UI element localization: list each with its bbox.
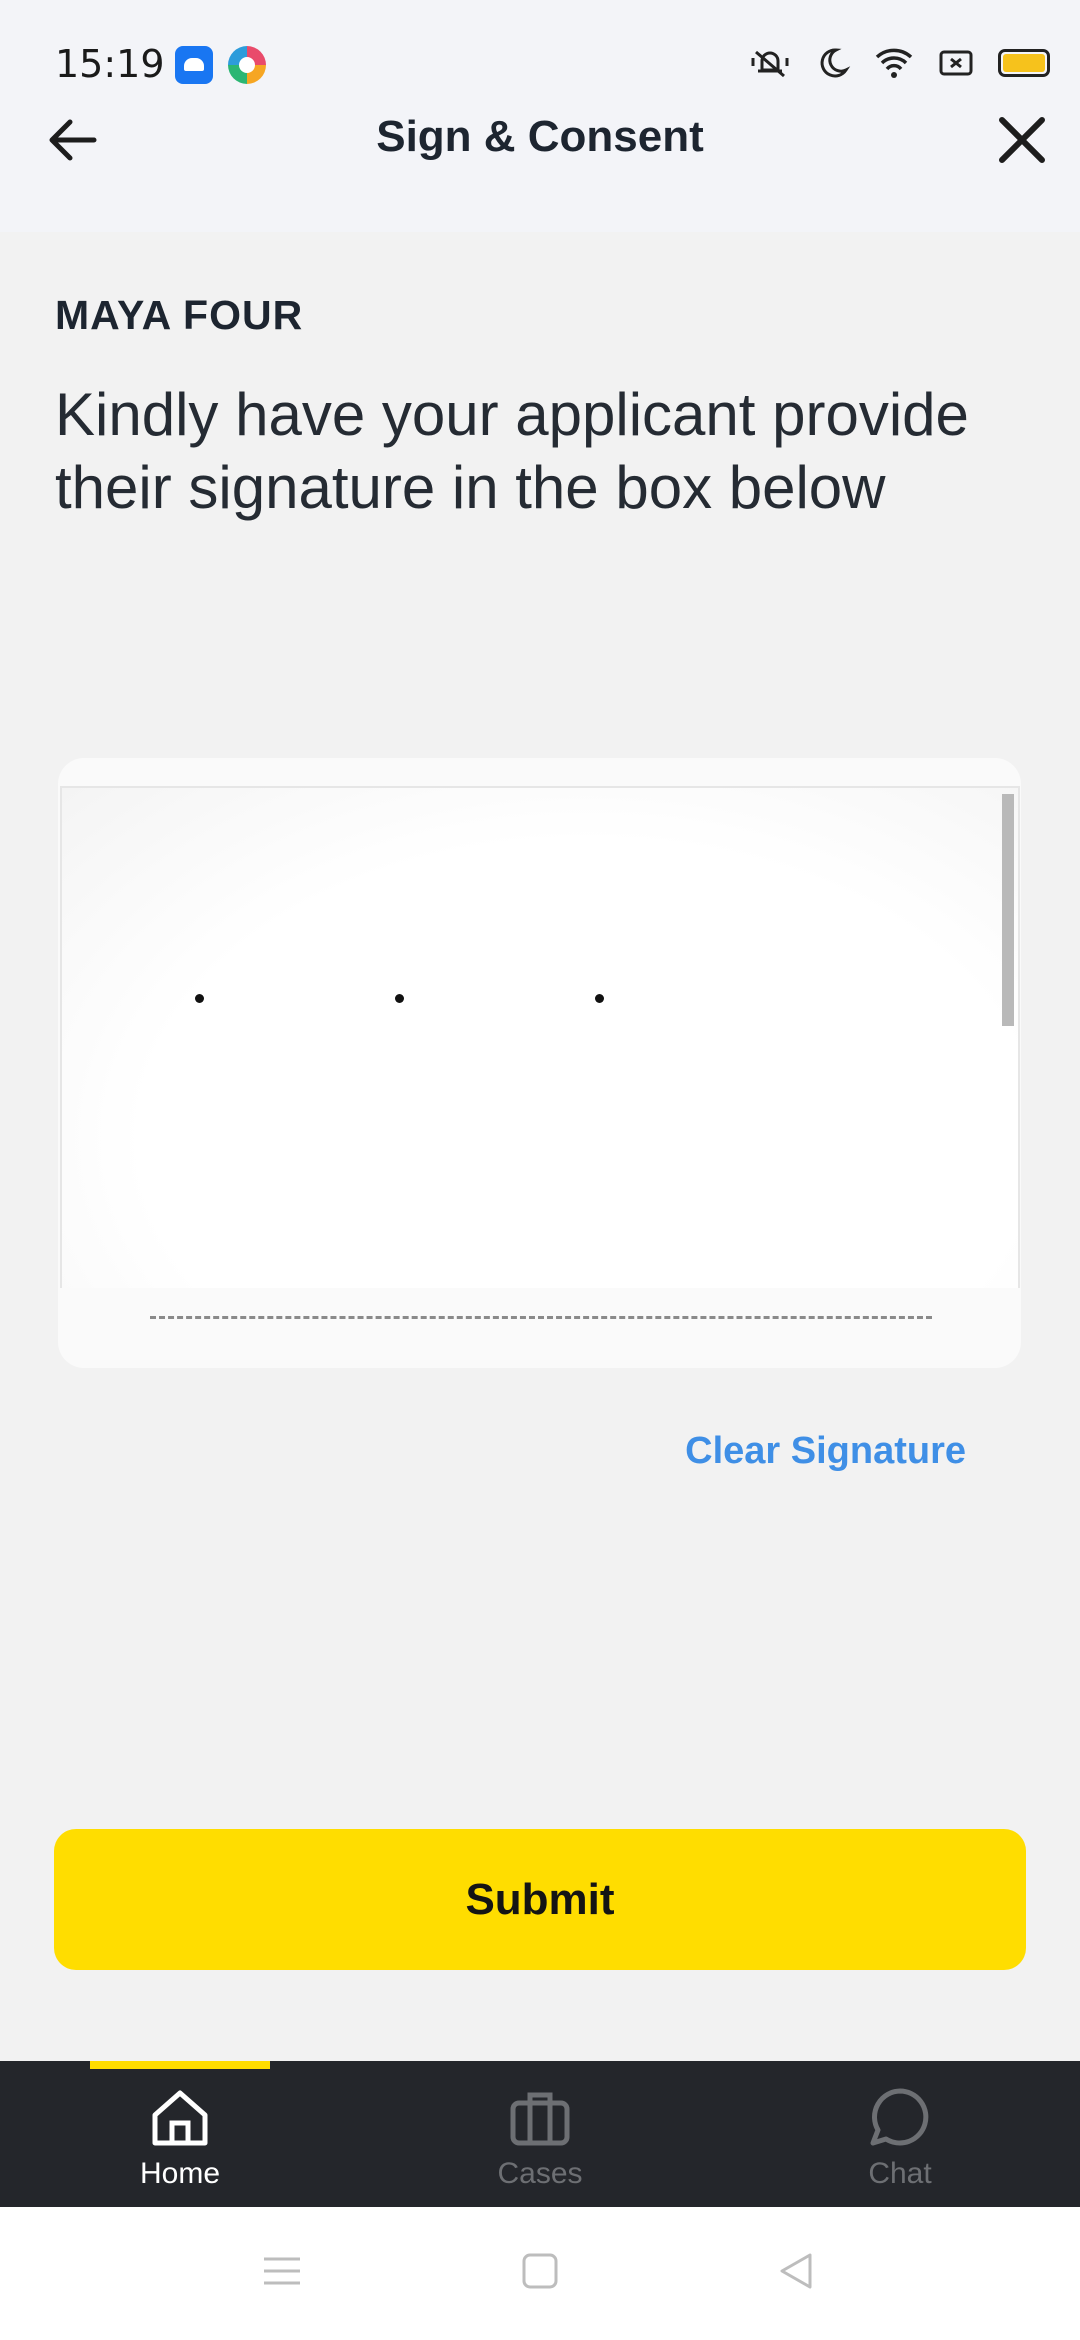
back-triangle-icon[interactable]: [776, 2251, 816, 2291]
briefcase-icon: [510, 2092, 570, 2146]
instruction-text: Kindly have your applicant provide their…: [55, 381, 969, 521]
bottom-navigation: Home Cases Chat: [0, 2061, 1080, 2207]
android-app-icon: [175, 46, 213, 84]
active-tab-indicator: [90, 2061, 270, 2069]
nav-label-chat: Chat: [868, 2157, 932, 2190]
system-navigation-bar: [0, 2207, 1080, 2340]
home-icon: [152, 2090, 208, 2146]
signature-dot: [395, 994, 404, 1003]
browser-app-icon: [228, 46, 266, 84]
nav-item-home[interactable]: Home: [80, 2085, 280, 2191]
nav-item-chat[interactable]: Chat: [800, 2085, 1000, 2191]
nav-label-cases: Cases: [497, 2157, 583, 2190]
battery-icon: [998, 49, 1050, 77]
submit-button[interactable]: Submit: [54, 1829, 1026, 1970]
mute-icon: [751, 50, 789, 78]
nav-label-home: Home: [139, 2157, 221, 2190]
top-bar: 15:19 Sign & Consent: [0, 0, 1080, 232]
menu-icon[interactable]: [262, 2251, 302, 2291]
signature-dot: [195, 994, 204, 1003]
moon-icon: [820, 48, 851, 78]
page-title: Sign & Consent: [376, 112, 704, 161]
signature-baseline: [150, 1316, 932, 1319]
status-time: 15:19: [55, 42, 165, 86]
sign-consent-screen: 15:19 Sign & Consent MAYA FOUR Kindly ha…: [0, 0, 1080, 2340]
signature-pad[interactable]: [60, 786, 1020, 1288]
home-square-icon[interactable]: [520, 2251, 560, 2291]
nav-item-cases[interactable]: Cases: [440, 2085, 640, 2191]
chat-bubble-icon: [870, 2088, 929, 2146]
sim-icon: [939, 50, 973, 76]
applicant-name: MAYA FOUR: [55, 292, 304, 338]
clear-signature-link[interactable]: Clear Signature: [685, 1430, 966, 1473]
signature-scrollbar[interactable]: [1002, 794, 1014, 1026]
status-icons: [750, 44, 1050, 82]
wifi-icon: [875, 48, 913, 78]
signature-dot: [595, 994, 604, 1003]
close-icon[interactable]: [994, 112, 1050, 168]
